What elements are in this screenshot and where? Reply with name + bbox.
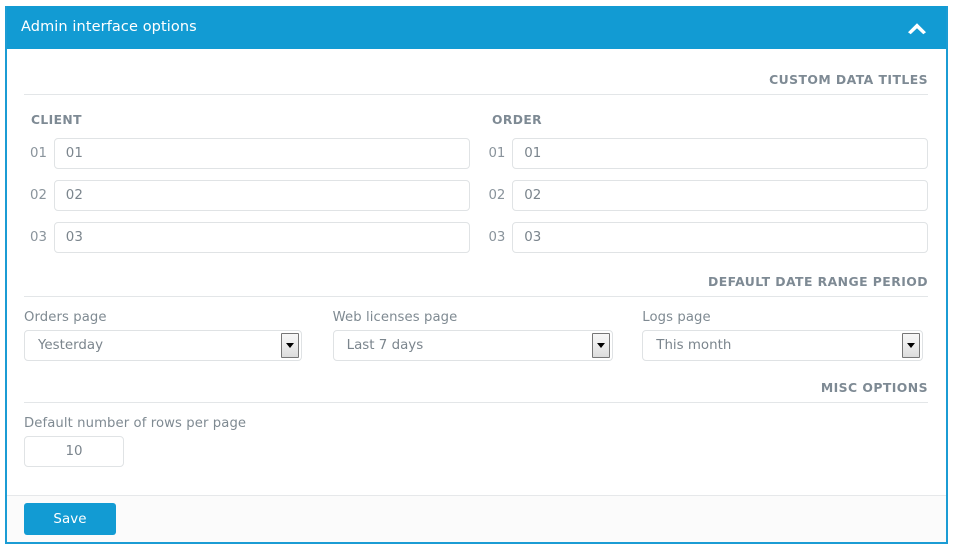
client-row-index-03: 03 <box>30 230 47 245</box>
order-title-input-01[interactable] <box>512 138 928 169</box>
client-row-index-01: 01 <box>30 146 47 161</box>
select-group-logs-page: Logs page This month <box>642 310 928 361</box>
admin-interface-options-panel: Admin interface options CUSTOM DATA TITL… <box>5 6 948 544</box>
label-rows-per-page: Default number of rows per page <box>24 416 247 431</box>
order-title-input-02[interactable] <box>512 180 928 211</box>
chevron-down-icon[interactable] <box>281 333 299 358</box>
select-logs-page-value: This month <box>656 338 732 353</box>
order-row-index-03: 03 <box>488 230 506 245</box>
select-orders-page-value: Yesterday <box>38 338 104 353</box>
column-heading-order: ORDER <box>492 113 542 127</box>
order-title-input-03[interactable] <box>512 222 928 253</box>
label-orders-page: Orders page <box>24 310 107 325</box>
table-row: 03 03 <box>24 222 928 253</box>
chevron-down-icon[interactable] <box>591 333 610 358</box>
label-logs-page: Logs page <box>642 310 711 325</box>
select-group-orders-page: Orders page Yesterday <box>24 310 333 361</box>
panel-body: CUSTOM DATA TITLES CLIENT ORDER 01 01 02… <box>7 72 946 520</box>
client-title-input-01[interactable] <box>53 138 470 169</box>
client-title-input-02[interactable] <box>53 180 470 211</box>
save-button[interactable]: Save <box>24 503 116 535</box>
client-row-index-02: 02 <box>30 188 47 203</box>
table-row: 02 02 <box>24 180 928 211</box>
select-group-web-licenses-page: Web licenses page Last 7 days <box>332 310 643 361</box>
select-orders-page[interactable]: Yesterday <box>24 330 302 361</box>
panel-header: Admin interface options <box>7 6 946 49</box>
custom-data-titles-rows: 01 01 02 02 03 03 <box>24 138 928 253</box>
panel-footer: Save <box>7 495 946 542</box>
page-title: Admin interface options <box>21 19 197 36</box>
date-range-selects: Orders page Yesterday Web licenses page … <box>24 310 928 361</box>
section-heading-default-date-range-period: DEFAULT DATE RANGE PERIOD <box>24 274 928 297</box>
select-web-licenses-page[interactable]: Last 7 days <box>332 330 613 361</box>
select-logs-page[interactable]: This month <box>642 330 924 361</box>
chevron-down-icon[interactable] <box>902 333 921 358</box>
rows-per-page-input[interactable] <box>24 436 124 467</box>
section-heading-custom-data-titles: CUSTOM DATA TITLES <box>24 72 928 95</box>
client-title-input-03[interactable] <box>53 222 470 253</box>
chevron-up-icon[interactable] <box>904 15 930 41</box>
table-row: 01 01 <box>24 138 928 169</box>
order-row-index-01: 01 <box>488 146 506 161</box>
section-heading-misc-options: MISC OPTIONS <box>24 380 928 403</box>
order-row-index-02: 02 <box>488 188 506 203</box>
column-heading-client: CLIENT <box>31 113 82 127</box>
misc-options-block: Default number of rows per page <box>24 416 928 467</box>
label-web-licenses-page: Web licenses page <box>332 310 458 325</box>
custom-data-titles-column-headings: CLIENT ORDER <box>24 113 928 127</box>
select-web-licenses-page-value: Last 7 days <box>346 338 424 353</box>
